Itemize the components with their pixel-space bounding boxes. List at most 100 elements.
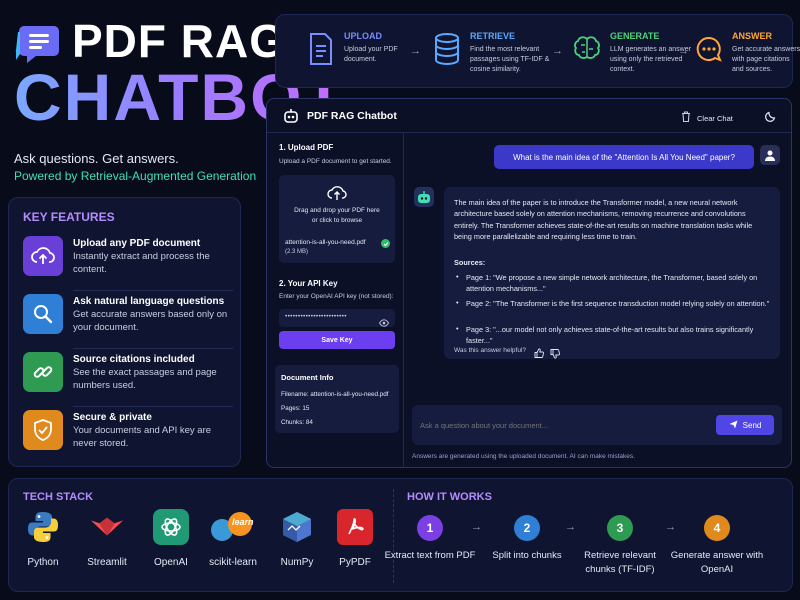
feature-desc: Instantly extract and process the conten… — [73, 251, 210, 275]
source-item: Page 2: "The Transformer is the first se… — [466, 299, 770, 308]
pipeline-step-title: GENERATE — [610, 31, 660, 41]
source-item: Page 1: "We propose a new simple network… — [466, 273, 758, 294]
save-key-button[interactable]: Save Key — [279, 331, 395, 349]
chat-main: What is the main idea of the "Attention … — [404, 133, 791, 467]
document-info-pages: Pages: 15 — [281, 405, 310, 412]
dropzone-line1: Drag and drop your PDF here — [294, 207, 380, 214]
pipeline-step-upload: UPLOAD Upload your PDF document. — [306, 15, 406, 89]
bottom-panel: TECH STACK Python Streamlit OpenAI learn… — [8, 478, 793, 592]
upload-desc: Upload a PDF document to get started. — [279, 158, 392, 165]
sources-label: Sources: — [454, 258, 486, 267]
chat-sidebar: 1. Upload PDF Upload a PDF document to g… — [267, 133, 404, 467]
how-step-4: 4 Generate answer with OpenAI — [667, 515, 767, 577]
cloud-upload-icon — [327, 185, 347, 206]
tech-streamlit: Streamlit — [79, 509, 135, 577]
dropzone-line2: or click to browse — [311, 217, 363, 224]
feature-citations: Source citations included See the exact … — [23, 352, 233, 407]
hero-tagline: Ask questions. Get answers. — [14, 151, 179, 166]
step-number-badge: 1 — [417, 515, 443, 541]
database-icon — [432, 29, 462, 69]
upload-heading: 1. Upload PDF — [279, 143, 334, 152]
step-number-badge: 3 — [607, 515, 633, 541]
pdf-dropzone[interactable]: Drag and drop your PDF here or click to … — [279, 175, 395, 263]
paper-plane-icon — [729, 420, 738, 431]
api-key-input[interactable]: •••••••••••••••••••••••• — [279, 309, 395, 327]
arrow-right-icon: → — [678, 45, 689, 57]
document-info-card: Document Info Filename: attention-is-all… — [275, 365, 399, 433]
feature-upload: Upload any PDF document Instantly extrac… — [23, 236, 233, 291]
tech-label: scikit-learn — [209, 557, 257, 568]
send-button[interactable]: Send — [716, 415, 774, 435]
tech-openai: OpenAI — [145, 509, 197, 577]
clear-chat-button[interactable]: Clear Chat — [681, 109, 733, 127]
tech-numpy: NumPy — [271, 509, 323, 577]
openai-icon — [153, 509, 189, 545]
pipeline-step-title: UPLOAD — [344, 31, 382, 41]
thumbs-down-icon[interactable] — [550, 346, 560, 364]
tech-pypdf: PyPDF — [329, 509, 381, 577]
feature-desc: Get accurate answers based only on your … — [73, 309, 228, 333]
cloud-upload-icon — [23, 236, 63, 276]
feature-title: Secure & private — [73, 412, 152, 423]
user-avatar-icon — [760, 145, 780, 165]
arrow-right-icon: → — [552, 45, 563, 57]
pipeline-step-desc: Find the most relevant passages using TF… — [470, 46, 550, 73]
helpful-prompt: Was this answer helpful? — [454, 347, 527, 354]
api-key-heading: 2. Your API Key — [279, 279, 338, 288]
document-info-chunks: Chunks: 84 — [281, 419, 313, 426]
step-number-badge: 2 — [514, 515, 540, 541]
how-step-2: 2 Split into chunks — [477, 515, 577, 563]
user-message: What is the main idea of the "Attention … — [494, 145, 754, 169]
feature-desc: Your documents and API key are never sto… — [73, 425, 212, 449]
shield-check-icon — [23, 410, 63, 450]
chat-bubble-icon — [694, 29, 724, 69]
python-icon — [25, 509, 61, 545]
key-features-panel: KEY FEATURES Upload any PDF document Ins… — [8, 197, 241, 467]
api-key-value: •••••••••••••••••••••••• — [285, 313, 347, 320]
pipeline-step-desc: Get accurate answers with page citations… — [732, 46, 800, 73]
pipeline-step-answer: ANSWER Get accurate answers with page ci… — [694, 15, 800, 89]
feature-secure: Secure & private Your documents and API … — [23, 410, 231, 462]
chat-window-title: PDF RAG Chatbot — [307, 110, 397, 122]
search-icon — [23, 294, 63, 334]
pipeline-step-title: RETRIEVE — [470, 31, 516, 41]
tech-stack-heading: TECH STACK — [23, 491, 94, 503]
hero-title-line1: PDF RAG — [72, 15, 286, 67]
feature-divider — [73, 290, 233, 291]
how-step-label: Retrieve relevant chunks (TF-IDF) — [584, 550, 656, 575]
thumbs-up-icon[interactable] — [534, 345, 544, 363]
clear-chat-label: Clear Chat — [697, 113, 733, 123]
document-info-filename: Filename: attention-is-all-you-need.pdf — [281, 391, 389, 398]
eye-icon[interactable] — [378, 314, 390, 332]
question-input[interactable] — [420, 417, 710, 433]
how-step-label: Generate answer with OpenAI — [670, 550, 764, 575]
moon-icon[interactable] — [765, 109, 777, 127]
streamlit-icon — [89, 509, 125, 545]
tech-label: NumPy — [280, 557, 314, 568]
api-key-desc: Enter your OpenAI API key (not stored): — [279, 293, 394, 300]
feature-title: Source citations included — [73, 354, 195, 365]
tech-label: PyPDF — [339, 557, 371, 568]
pypdf-icon — [337, 509, 373, 545]
how-step-1: 1 Extract text from PDF — [380, 515, 480, 563]
trash-icon — [681, 109, 691, 127]
uploaded-filesize: (2.3 MB) — [285, 249, 309, 255]
pipeline-panel: UPLOAD Upload your PDF document. → RETRI… — [275, 14, 800, 89]
tech-label: Python — [27, 557, 59, 568]
document-info-heading: Document Info — [281, 373, 334, 382]
send-label: Send — [742, 420, 762, 430]
document-icon — [306, 29, 336, 69]
pipeline-step-generate: GENERATE LLM generates an answer using o… — [572, 15, 691, 89]
source-item: Page 3: "...our model not only achieves … — [466, 325, 754, 346]
feature-divider — [73, 348, 233, 349]
chat-window-header: PDF RAG Chatbot Clear Chat — [267, 99, 791, 133]
key-features-heading: KEY FEATURES — [23, 210, 115, 224]
bot-message: The main idea of the paper is to introdu… — [444, 187, 780, 359]
feature-search: Ask natural language questions Get accur… — [23, 294, 233, 349]
tech-label: OpenAI — [154, 557, 188, 568]
tech-label: Streamlit — [87, 557, 127, 568]
how-it-works-heading: HOW IT WORKS — [407, 491, 492, 503]
feature-desc: See the exact passages and page numbers … — [73, 367, 217, 391]
robot-icon — [283, 109, 299, 128]
feature-title: Ask natural language questions — [73, 296, 225, 307]
